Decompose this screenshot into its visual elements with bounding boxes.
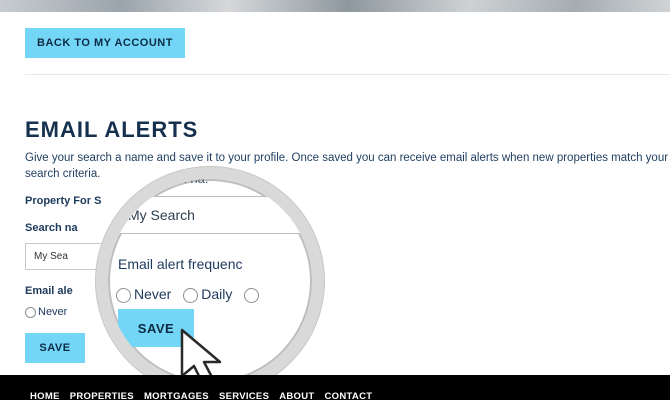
footer-link-services[interactable]: SERVICES — [219, 391, 269, 402]
radio-circle-icon[interactable] — [116, 287, 131, 303]
radio-circle-icon[interactable] — [244, 287, 260, 303]
search-name-label: Search na — [25, 222, 78, 234]
footer-link-mortgages[interactable]: MORTGAGES — [144, 391, 209, 402]
frequency-radio-group: Never Daily — [116, 286, 262, 303]
radio-option-label: Daily — [201, 286, 233, 302]
footer: HOME PROPERTIES MORTGAGES SERVICES ABOUT… — [0, 375, 670, 402]
divider — [25, 74, 670, 75]
property-for-label: Property For S — [25, 195, 102, 207]
magnified-search-name-input[interactable] — [117, 196, 312, 234]
email-alert-label: Email ale — [25, 285, 73, 297]
radio-option-never[interactable]: Never — [116, 286, 172, 303]
page-description: Give your search a name and save it to y… — [25, 152, 669, 180]
save-button[interactable]: SAVE — [25, 333, 85, 363]
footer-link-home[interactable]: HOME — [30, 391, 60, 402]
back-to-account-button[interactable]: BACK TO MY ACCOUNT — [25, 28, 185, 58]
radio-never[interactable]: Never — [25, 306, 67, 318]
radio-option-label: Never — [134, 286, 172, 302]
email-alert-frequency-label: Email alert frequenc — [118, 256, 243, 272]
page-title: EMAIL ALERTS — [25, 117, 199, 142]
radio-never-label: Never — [38, 306, 68, 318]
footer-link-properties[interactable]: PROPERTIES — [70, 391, 134, 402]
magnifier-hint-text: ren na. — [168, 171, 209, 186]
radio-circle-icon[interactable] — [25, 306, 36, 318]
footer-link-about[interactable]: ABOUT — [279, 391, 314, 402]
radio-circle-icon[interactable] — [183, 287, 199, 303]
header-photo-strip — [0, 0, 670, 12]
radio-option-daily[interactable]: Daily — [183, 286, 233, 303]
footer-nav: HOME PROPERTIES MORTGAGES SERVICES ABOUT… — [30, 391, 372, 402]
footer-link-contact[interactable]: CONTACT — [325, 391, 373, 402]
